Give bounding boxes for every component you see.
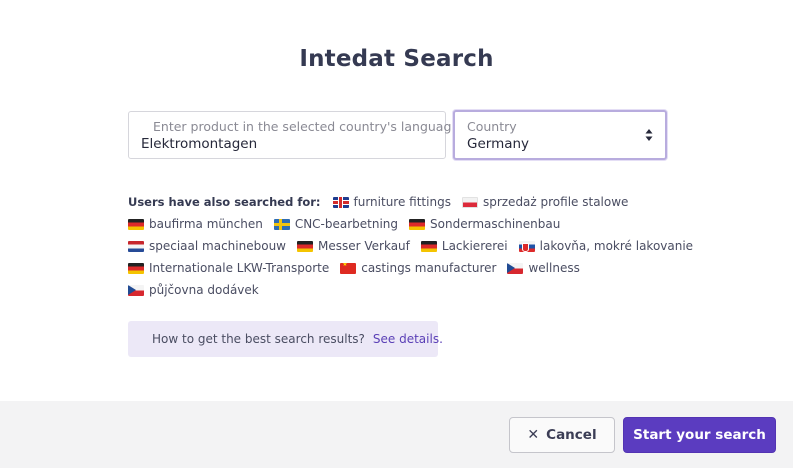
- suggestion-text: Internationale LKW-Transporte: [149, 261, 330, 275]
- start-search-button[interactable]: Start your search: [623, 417, 776, 453]
- suggestion-text: Messer Verkauf: [318, 239, 410, 253]
- flag-cn-icon: [340, 262, 357, 274]
- suggestion-tag[interactable]: furniture fittings: [332, 195, 451, 209]
- also-searched-row: baufirma münchen CNC-bearbetning Sonderm…: [128, 213, 668, 235]
- suggestion-tag[interactable]: Sondermaschinenbau: [409, 217, 560, 231]
- search-tip-banner: How to get the best search results? See …: [128, 321, 443, 357]
- flag-sk-icon: [518, 240, 535, 252]
- product-input[interactable]: Enter product in the selected country's …: [128, 111, 459, 159]
- flag-gb-icon: [332, 196, 349, 208]
- suggestion-tag[interactable]: lakovňa, mokré lakovanie: [518, 239, 694, 253]
- see-details-link[interactable]: See details.: [373, 332, 443, 346]
- suggestion-tag[interactable]: Messer Verkauf: [297, 239, 410, 253]
- flag-pl-icon: [461, 196, 478, 208]
- suggestion-text: lakovňa, mokré lakovanie: [539, 239, 694, 253]
- product-input-label: Enter product in the selected country's …: [153, 119, 460, 134]
- select-arrows-icon: [645, 129, 653, 141]
- suggestion-tag[interactable]: wellness: [507, 261, 580, 275]
- also-searched-row: půjčovna dodávek: [128, 279, 668, 301]
- also-searched-row: Users have also searched for: furniture …: [128, 191, 668, 213]
- suggestion-text: castings manufacturer: [361, 261, 497, 275]
- flag-cz-icon: [128, 284, 144, 296]
- flag-de-icon: [128, 218, 144, 230]
- also-searched: Users have also searched for: furniture …: [128, 191, 693, 301]
- tip-text: How to get the best search results?: [152, 332, 365, 346]
- country-select[interactable]: Country Germany: [453, 110, 667, 160]
- suggestion-tag[interactable]: castings manufacturer: [340, 261, 496, 275]
- suggestion-text: sprzedaż profile stalowe: [482, 195, 629, 209]
- flag-cz-icon: [507, 262, 524, 274]
- product-input-value[interactable]: Elektromontagen: [141, 136, 257, 152]
- flag-de-icon: [409, 218, 426, 230]
- suggestion-tag[interactable]: baufirma münchen: [128, 217, 263, 231]
- flag-de-icon: [297, 240, 313, 252]
- suggestion-tag[interactable]: půjčovna dodávek: [128, 283, 259, 297]
- suggestion-text: Lackiererei: [441, 239, 508, 253]
- suggestion-text: baufirma münchen: [149, 217, 263, 231]
- suggestion-text: Sondermaschinenbau: [430, 217, 561, 231]
- also-searched-row: speciaal machinebouw Messer Verkauf Lack…: [128, 235, 693, 257]
- suggestion-text: CNC-bearbetning: [294, 217, 399, 231]
- cancel-button[interactable]: ✕ Cancel: [509, 417, 615, 453]
- cancel-button-label: Cancel: [546, 427, 597, 443]
- suggestion-tag[interactable]: sprzedaż profile stalowe: [461, 195, 629, 209]
- flag-se-icon: [273, 218, 290, 230]
- flag-nl-icon: [128, 240, 144, 252]
- suggestion-tag[interactable]: Lackiererei: [420, 239, 508, 253]
- start-search-button-label: Start your search: [633, 427, 766, 443]
- suggestion-tag[interactable]: Internationale LKW-Transporte: [128, 261, 329, 275]
- suggestion-tag[interactable]: CNC-bearbetning: [273, 217, 399, 231]
- also-searched-label: Users have also searched for:: [128, 195, 321, 209]
- suggestion-text: půjčovna dodávek: [149, 283, 259, 297]
- country-select-value: Germany: [467, 136, 530, 152]
- suggestion-text: wellness: [528, 261, 580, 275]
- flag-de-icon: [128, 262, 144, 274]
- dialog-footer: ✕ Cancel Start your search: [0, 401, 793, 468]
- suggestion-text: speciaal machinebouw: [149, 239, 286, 253]
- suggestion-text: furniture fittings: [353, 195, 451, 209]
- flag-de-icon: [420, 240, 437, 252]
- page-title: Intedat Search: [299, 46, 494, 72]
- suggestion-tag[interactable]: speciaal machinebouw: [128, 239, 286, 253]
- also-searched-row: Internationale LKW-Transporte castings m…: [128, 257, 668, 279]
- country-select-label: Country: [467, 119, 517, 134]
- close-icon: ✕: [527, 427, 540, 443]
- search-dialog: Intedat Search Enter product in the sele…: [0, 0, 793, 468]
